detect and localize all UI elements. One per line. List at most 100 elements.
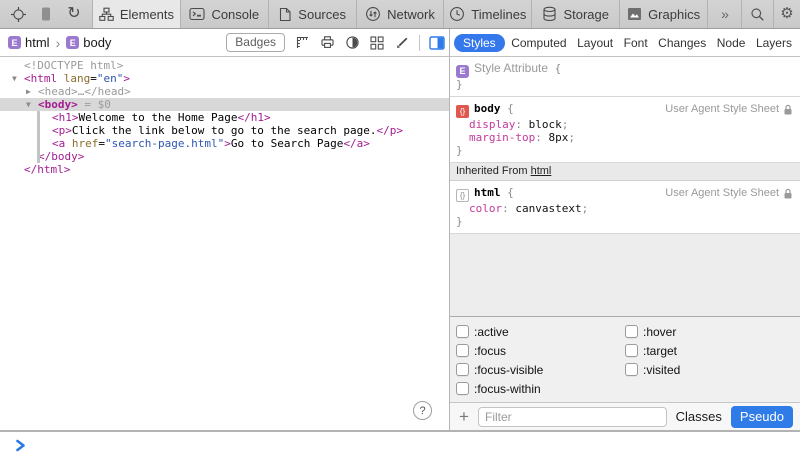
tab-timelines[interactable]: Timelines [443, 0, 531, 28]
pseudo-toggle-hover[interactable]: :hover [625, 322, 794, 341]
inherited-from-bar: Inherited From html [450, 163, 800, 181]
contrast-icon[interactable] [344, 35, 360, 51]
dom-node[interactable]: </body> [0, 150, 449, 163]
pseudo-toggle-active[interactable]: :active [456, 322, 625, 341]
grid-overlay-icon[interactable] [369, 35, 385, 51]
settings-button[interactable]: ⚙ [773, 0, 800, 28]
css-rule-style-attribute: EStyle Attribute {} [450, 57, 800, 97]
help-button[interactable]: ? [413, 401, 432, 420]
tab-sources[interactable]: Sources [268, 0, 356, 28]
pseudo-toggle-visited[interactable]: :visited [625, 360, 794, 379]
sidebar-tab-node[interactable]: Node [713, 34, 750, 52]
sidebar-tab-bar: StylesComputedLayoutFontChangesNodeLayer… [449, 29, 800, 57]
element-badge: E [66, 36, 79, 49]
css-property-display[interactable]: display: block; [456, 118, 794, 131]
styles-sections: EStyle Attribute {}User Agent Style Shee… [450, 57, 800, 316]
empty-cell [625, 379, 794, 398]
closing-brace: } [456, 215, 794, 228]
breadcrumb-item-html[interactable]: Ehtml [8, 35, 50, 50]
more-tabs-button[interactable]: » [707, 0, 741, 28]
tab-label: Storage [563, 7, 609, 22]
dom-node[interactable]: ▶<head>…</head> [0, 85, 449, 98]
checkbox[interactable] [456, 325, 469, 338]
sidebar-tab-layout[interactable]: Layout [573, 34, 617, 52]
rule-selector[interactable]: body [474, 102, 501, 115]
dom-node[interactable]: <p>Click the link below to go to the sea… [0, 124, 449, 137]
ruler-icon[interactable] [294, 35, 310, 51]
badges-button[interactable]: Badges [226, 33, 285, 52]
checkbox[interactable] [625, 325, 638, 338]
add-rule-button[interactable]: + [457, 410, 471, 424]
print-icon[interactable] [319, 35, 335, 51]
rule-selector[interactable]: html [474, 186, 501, 199]
pseudo-class-panel: :active:hover:focus :target :focus-visible… [450, 316, 800, 402]
sidebar-tab-styles[interactable]: Styles [454, 34, 505, 52]
brush-icon[interactable] [394, 35, 410, 51]
checkbox[interactable] [456, 382, 469, 395]
dom-node[interactable]: </html> [0, 163, 449, 176]
dom-node[interactable]: <!DOCTYPE html> [0, 59, 449, 72]
checkbox[interactable] [456, 344, 469, 357]
nav-actions: Badges [226, 33, 445, 52]
storage-icon [542, 6, 557, 22]
expand-arrow[interactable]: ▶ [26, 85, 31, 98]
tab-label: Graphics [648, 7, 700, 22]
reload-page-button[interactable]: ↻ [62, 3, 86, 25]
closing-brace: } [456, 144, 794, 157]
pseudo-grid: :active:hover:focus :target :focus-visible… [456, 322, 794, 398]
rule-icon: {} [456, 189, 469, 202]
breadcrumb-separator: › [56, 35, 61, 51]
checkbox[interactable] [625, 363, 638, 376]
dom-tree: <!DOCTYPE html>▼<html lang="en">▶<head>…… [0, 57, 449, 176]
tab-elements[interactable]: Elements [92, 0, 180, 28]
breadcrumb-item-body[interactable]: Ebody [66, 35, 111, 50]
tab-storage[interactable]: Storage [531, 0, 619, 28]
pseudo-label: :visited [643, 363, 680, 377]
rule-selector[interactable]: Style Attribute [474, 61, 548, 75]
css-property-color[interactable]: color: canvastext; [456, 202, 794, 215]
pseudo-toggle-target[interactable]: :target [625, 341, 794, 360]
classes-toggle-button[interactable]: Classes [674, 407, 724, 426]
tab-network[interactable]: Network [356, 0, 444, 28]
device-icon [39, 6, 53, 22]
dom-node[interactable]: ▼<body> = $0 [0, 98, 449, 111]
dom-navigation-bar: Ehtml › Ebody Badges [0, 29, 449, 57]
console-prompt-icon [15, 439, 26, 452]
device-settings-button[interactable] [34, 3, 58, 25]
inherited-selector-link[interactable]: html [531, 165, 552, 177]
details-sidebar-toggle-icon[interactable] [429, 35, 445, 51]
sidebar-tab-changes[interactable]: Changes [654, 34, 710, 52]
tab-console[interactable]: Console [180, 0, 268, 28]
crosshair-icon [10, 6, 27, 23]
search-button[interactable] [741, 0, 773, 28]
collapse-arrow[interactable]: ▼ [26, 98, 31, 111]
dom-node[interactable]: ▼<html lang="en"> [0, 72, 449, 85]
quick-console-bar[interactable] [0, 431, 800, 461]
tab-graphics[interactable]: Graphics [619, 0, 707, 28]
main-content: <!DOCTYPE html>▼<html lang="en">▶<head>…… [0, 57, 800, 431]
sub-toolbar: Ehtml › Ebody Badges [0, 29, 800, 57]
pseudo-toggle-focus-within[interactable]: :focus-within [456, 379, 625, 398]
dom-node[interactable]: <h1>Welcome to the Home Page</h1> [0, 111, 449, 124]
console-icon [189, 7, 205, 21]
sidebar-tab-computed[interactable]: Computed [507, 34, 570, 52]
css-property-margin-top[interactable]: margin-top: 8px; [456, 131, 794, 144]
pseudo-toggle-button[interactable]: Pseudo [731, 406, 793, 428]
sources-icon [278, 7, 292, 22]
divider [419, 35, 420, 51]
sidebar-tab-layers[interactable]: Layers [752, 34, 796, 52]
pseudo-toggle-focus-visible[interactable]: :focus-visible [456, 360, 625, 379]
inspect-element-button[interactable] [6, 3, 30, 25]
sidebar-tab-font[interactable]: Font [620, 34, 652, 52]
pseudo-label: :target [643, 344, 677, 358]
breadcrumb-label: body [83, 35, 111, 50]
styles-filter-input[interactable] [478, 407, 667, 427]
collapse-arrow[interactable]: ▼ [12, 72, 17, 85]
checkbox[interactable] [625, 344, 638, 357]
checkbox[interactable] [456, 363, 469, 376]
styles-filter-bar: + Classes Pseudo [450, 402, 800, 430]
elements-icon [99, 7, 114, 22]
dom-tree-pane: <!DOCTYPE html>▼<html lang="en">▶<head>…… [0, 57, 449, 431]
pseudo-toggle-focus[interactable]: :focus [456, 341, 625, 360]
dom-node[interactable]: <a href="search-page.html">Go to Search … [0, 137, 449, 150]
